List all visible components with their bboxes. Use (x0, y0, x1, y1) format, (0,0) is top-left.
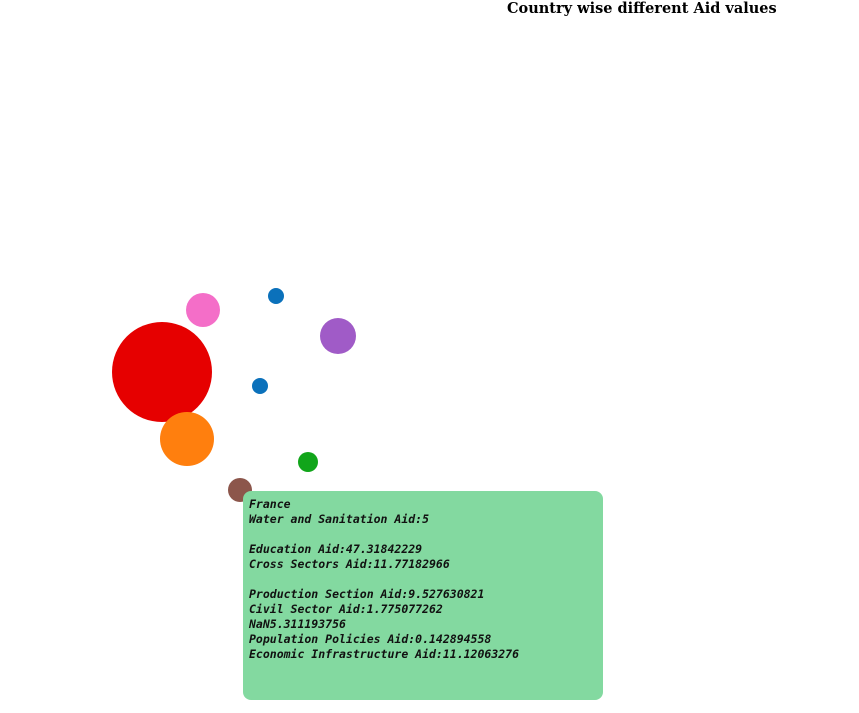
tooltip-line-civil-sector: Civil Sector Aid:1.775077262 (249, 602, 443, 616)
tooltip-line-water-sanitation: Water and Sanitation Aid:5 (249, 512, 430, 526)
tooltip-line-cross-sectors: Cross Sectors Aid:11.77182966 (249, 557, 450, 571)
bubble-4[interactable] (252, 378, 268, 394)
bubble-1[interactable] (268, 288, 284, 304)
tooltip-line-economic-infrastructure: Economic Infrastructure Aid:11.12063276 (249, 647, 520, 661)
country-tooltip: France Water and Sanitation Aid:5 Educat… (243, 491, 603, 700)
bubble-3[interactable] (112, 322, 212, 422)
bubble-5[interactable] (160, 412, 214, 466)
bubble-2[interactable] (320, 318, 356, 354)
tooltip-line-education: Education Aid:47.31842229 (249, 542, 423, 556)
tooltip-line-spacer (249, 572, 597, 587)
tooltip-line-nan: NaN5.311193756 (249, 617, 346, 631)
bubble-0[interactable] (186, 293, 220, 327)
bubble-6[interactable] (298, 452, 318, 472)
tooltip-line-population-policies: Population Policies Aid:0.142894558 (249, 632, 492, 646)
tooltip-line-production-section: Production Section Aid:9.527630821 (249, 587, 485, 601)
tooltip-line-country: France (249, 497, 291, 511)
tooltip-line-spacer (249, 527, 597, 542)
